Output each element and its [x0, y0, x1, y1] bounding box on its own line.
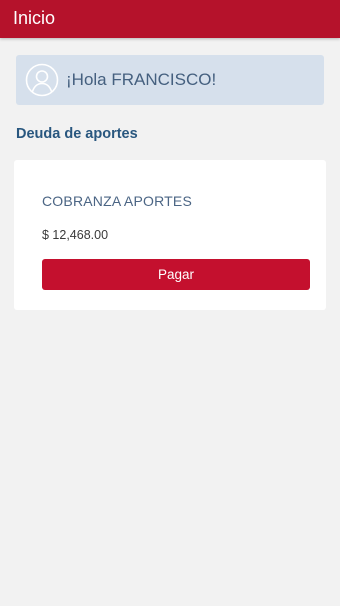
debt-amount: $ 12,468.00 [42, 228, 109, 242]
pay-button[interactable]: Pagar [42, 259, 310, 290]
section-title: Deuda de aportes [16, 126, 138, 142]
user-avatar-icon [25, 63, 59, 97]
greeting-banner: ¡Hola FRANCISCO! [16, 55, 324, 105]
page-title: Inicio [13, 8, 56, 28]
app-bar: Inicio [0, 0, 340, 38]
debt-card-title: COBRANZA APORTES [42, 193, 192, 209]
greeting-text: ¡Hola FRANCISCO! [66, 70, 217, 89]
debt-card: COBRANZA APORTES $ 12,468.00 Pagar [14, 160, 326, 310]
